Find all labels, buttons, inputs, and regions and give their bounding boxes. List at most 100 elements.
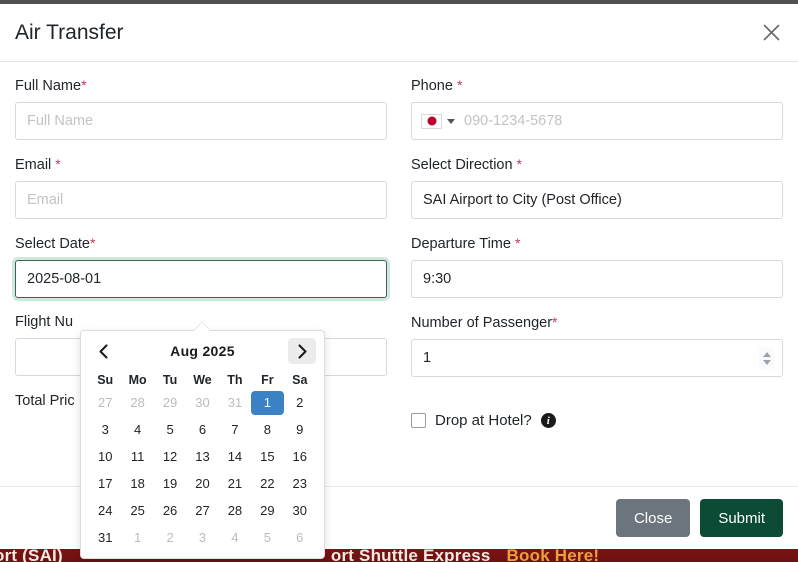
datepicker-day[interactable]: 14 — [219, 445, 251, 469]
field-phone: Phone * — [411, 76, 783, 140]
datepicker-weekday-row: Su Mo Tu We Th Fr Sa — [89, 369, 316, 391]
datepicker-day[interactable]: 26 — [154, 499, 186, 523]
phone-input[interactable] — [464, 103, 773, 139]
datepicker-day[interactable]: 4 — [219, 526, 251, 550]
stepper-arrows-icon[interactable] — [759, 347, 774, 369]
datepicker-day[interactable]: 30 — [284, 499, 316, 523]
datepicker-day[interactable]: 17 — [89, 472, 121, 496]
departure-time-label-text: Departure Time — [411, 236, 511, 252]
required-marker: * — [516, 156, 522, 172]
datepicker-day[interactable]: 5 — [154, 418, 186, 442]
datepicker-day[interactable]: 27 — [186, 499, 218, 523]
select-date-label-text: Select Date — [15, 236, 90, 252]
datepicker-day[interactable]: 31 — [89, 526, 121, 550]
datepicker-day[interactable]: 9 — [284, 418, 316, 442]
direction-label: Select Direction * — [411, 155, 783, 174]
datepicker-day[interactable]: 2 — [284, 391, 316, 415]
datepicker-day[interactable]: 30 — [186, 391, 218, 415]
field-select-date: Select Date* — [15, 234, 387, 298]
datepicker-weekday: Tu — [162, 373, 178, 387]
datepicker-day[interactable]: 16 — [284, 445, 316, 469]
close-icon[interactable] — [756, 18, 786, 48]
chevron-left-icon[interactable] — [89, 338, 117, 364]
popup-caret-inner — [193, 322, 211, 332]
datepicker-day[interactable]: 27 — [89, 391, 121, 415]
datepicker-day[interactable]: 6 — [284, 526, 316, 550]
datepicker-day[interactable]: 21 — [219, 472, 251, 496]
field-email: Email * — [15, 155, 387, 219]
direction-label-text: Select Direction — [411, 157, 513, 173]
datepicker-day[interactable]: 11 — [121, 445, 153, 469]
submit-button[interactable]: Submit — [700, 499, 783, 537]
datepicker-day[interactable]: 3 — [89, 418, 121, 442]
datepicker-day[interactable]: 6 — [186, 418, 218, 442]
datepicker-day-selected[interactable]: 1 — [251, 391, 284, 415]
email-label: Email * — [15, 155, 387, 174]
direction-select[interactable] — [411, 181, 783, 219]
datepicker-day[interactable]: 25 — [121, 499, 153, 523]
chevron-down-icon — [447, 118, 455, 124]
field-direction: Select Direction * — [411, 155, 783, 219]
datepicker-day[interactable]: 24 — [89, 499, 121, 523]
departure-time-label: Departure Time * — [411, 234, 783, 253]
datepicker-day[interactable]: 15 — [251, 445, 283, 469]
datepicker-weekday: Fr — [261, 373, 274, 387]
datepicker-day[interactable]: 28 — [121, 391, 153, 415]
field-passengers: Number of Passenger* — [411, 313, 783, 377]
datepicker-day[interactable]: 12 — [154, 445, 186, 469]
datepicker-day[interactable]: 23 — [284, 472, 316, 496]
datepicker-day[interactable]: 4 — [121, 418, 153, 442]
full-name-input[interactable] — [15, 102, 387, 140]
phone-label-text: Phone — [411, 78, 453, 94]
info-icon[interactable]: i — [540, 413, 556, 428]
required-marker: * — [89, 235, 96, 251]
datepicker-day[interactable]: 2 — [154, 526, 186, 550]
datepicker-month-label: Aug 2025 — [170, 343, 235, 359]
datepicker-day[interactable]: 28 — [219, 499, 251, 523]
datepicker-day[interactable]: 29 — [154, 391, 186, 415]
required-marker: * — [55, 156, 61, 172]
datepicker-day[interactable]: 20 — [186, 472, 218, 496]
chevron-up-icon[interactable] — [762, 351, 771, 357]
datepicker-day[interactable]: 3 — [186, 526, 218, 550]
modal-header: Air Transfer — [0, 4, 798, 62]
select-date-input[interactable] — [15, 260, 387, 298]
japan-flag-icon — [421, 113, 442, 129]
passengers-label-text: Number of Passenger — [411, 315, 553, 331]
datepicker-day[interactable]: 1 — [121, 526, 153, 550]
datepicker-day[interactable]: 22 — [251, 472, 283, 496]
full-name-label: Full Name* — [15, 76, 387, 95]
email-field[interactable] — [15, 181, 387, 219]
full-name-label-text: Full Name — [15, 78, 82, 94]
datepicker-day[interactable]: 7 — [219, 418, 251, 442]
email-label-text: Email — [15, 157, 52, 173]
datepicker-popup: Aug 2025 Su Mo Tu We Th Fr Sa 27 28 29 30 31 1 2 3 4 5 6… — [80, 321, 325, 559]
datepicker-day[interactable]: 18 — [121, 472, 153, 496]
drop-at-hotel-checkbox[interactable] — [411, 413, 426, 428]
passengers-stepper-group — [411, 339, 783, 377]
datepicker-header: Aug 2025 — [89, 337, 316, 365]
datepicker-day[interactable]: 10 — [89, 445, 121, 469]
datepicker-day[interactable]: 8 — [251, 418, 283, 442]
datepicker-weekday: Th — [227, 373, 243, 387]
datepicker-weekday: We — [193, 373, 212, 387]
datepicker-day[interactable]: 19 — [154, 472, 186, 496]
field-full-name: Full Name* — [15, 76, 387, 140]
datepicker-weekday: Mo — [128, 373, 147, 387]
chevron-down-icon[interactable] — [762, 359, 771, 365]
chevron-right-icon[interactable] — [288, 338, 316, 364]
country-select-button[interactable] — [421, 113, 455, 129]
datepicker-day[interactable]: 5 — [251, 526, 283, 550]
required-marker: * — [81, 77, 87, 93]
datepicker-day-grid: 27 28 29 30 31 1 2 3 4 5 6 7 8 9 10 11 12 13 14 15 16 17 18 19 2… — [89, 391, 316, 550]
close-button[interactable]: Close — [615, 499, 691, 537]
quantity-stepper[interactable] — [411, 339, 783, 377]
datepicker-day[interactable]: 29 — [251, 499, 283, 523]
field-drop-at-hotel: Drop at Hotel? i — [411, 392, 783, 429]
drop-at-hotel-label: Drop at Hotel? — [435, 412, 532, 429]
drop-at-hotel-row: Drop at Hotel? i — [411, 412, 783, 429]
datepicker-day[interactable]: 13 — [186, 445, 218, 469]
departure-time-input[interactable] — [411, 260, 783, 298]
datepicker-day[interactable]: 31 — [219, 391, 251, 415]
required-marker: * — [456, 77, 463, 93]
